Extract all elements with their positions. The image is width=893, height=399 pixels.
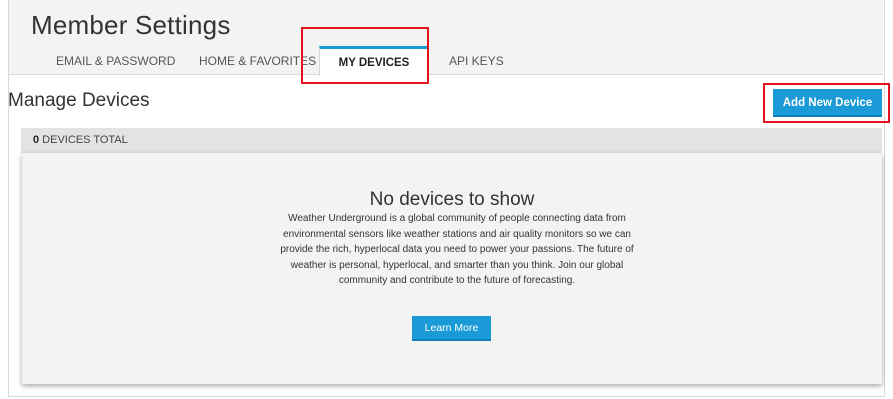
tab-email-password[interactable]: EMAIL & PASSWORD xyxy=(56,48,175,75)
devices-count-label: DEVICES TOTAL xyxy=(39,134,128,146)
devices-count-bar: 0 DEVICES TOTAL xyxy=(21,128,882,153)
highlight-box-tab xyxy=(301,27,429,84)
empty-state-title: No devices to show xyxy=(369,189,535,210)
page-title: Member Settings xyxy=(31,10,231,40)
tab-api-keys[interactable]: API KEYS xyxy=(449,48,504,75)
tab-home-favorites[interactable]: HOME & FAVORITES xyxy=(199,48,316,75)
learn-more-button[interactable]: Learn More xyxy=(412,316,491,341)
empty-state-card: No devices to show Weather Underground i… xyxy=(22,153,882,384)
empty-state-description: Weather Underground is a global communit… xyxy=(280,213,634,286)
settings-header: Member Settings EMAIL & PASSWORD HOME & … xyxy=(9,0,883,76)
highlight-box-button xyxy=(763,83,890,123)
section-title: Manage Devices xyxy=(8,90,150,111)
